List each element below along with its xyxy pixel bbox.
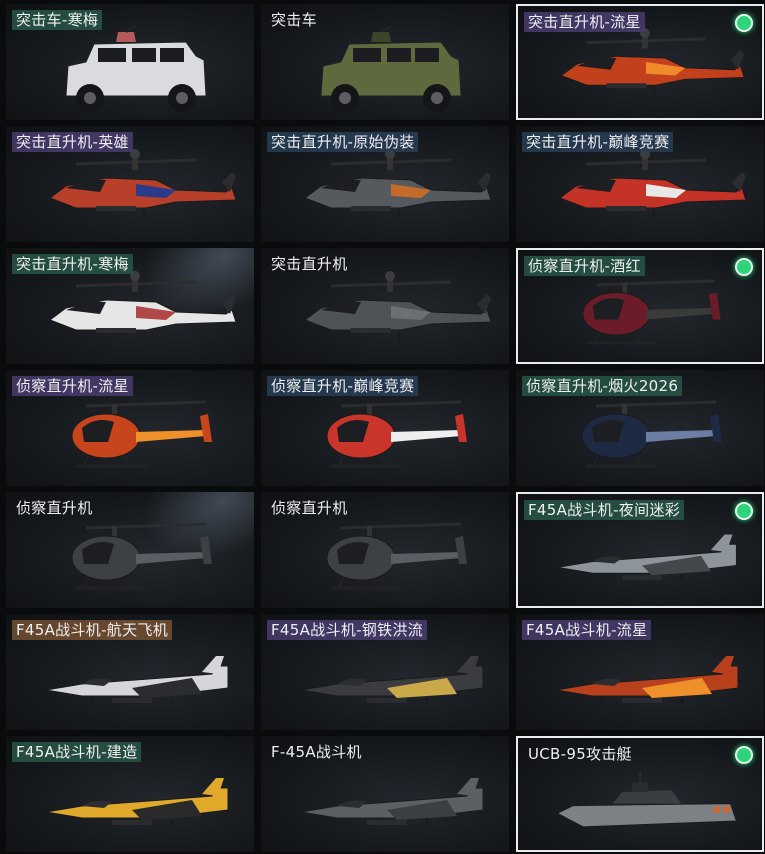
- skin-name-label: 侦察直升机-酒红: [524, 256, 645, 276]
- skin-card[interactable]: 侦察直升机-流星: [6, 370, 254, 486]
- skin-name-label: F45A战斗机-钢铁洪流: [267, 620, 427, 640]
- skin-card[interactable]: 侦察直升机-巅峰竞赛: [261, 370, 509, 486]
- selected-indicator-icon: [735, 14, 753, 32]
- selected-indicator-icon: [735, 258, 753, 276]
- skin-card[interactable]: F-45A战斗机: [261, 736, 509, 852]
- skin-card[interactable]: 突击车-寒梅: [6, 4, 254, 120]
- skin-name-label: 突击车: [271, 11, 317, 29]
- skin-name-label: F45A战斗机-流星: [522, 620, 652, 640]
- skin-name-label: 侦察直升机-流星: [12, 376, 133, 396]
- skin-name-label: 突击车-寒梅: [12, 10, 103, 30]
- skin-name-label: 突击直升机-英雄: [12, 132, 133, 152]
- skin-card[interactable]: 侦察直升机-酒红: [516, 248, 764, 364]
- skin-name-label: 突击直升机: [271, 255, 348, 273]
- skin-name-label: 突击直升机-寒梅: [12, 254, 133, 274]
- skin-card[interactable]: 侦察直升机-烟火2026: [516, 370, 764, 486]
- skin-card[interactable]: 突击车: [261, 4, 509, 120]
- skin-card[interactable]: F45A战斗机-航天飞机: [6, 614, 254, 730]
- skin-card[interactable]: F45A战斗机-钢铁洪流: [261, 614, 509, 730]
- skin-name-label: F-45A战斗机: [271, 743, 362, 761]
- skin-card[interactable]: F45A战斗机-流星: [516, 614, 764, 730]
- skin-card[interactable]: F45A战斗机-建造: [6, 736, 254, 852]
- skin-name-label: 突击直升机-巅峰竞赛: [522, 132, 674, 152]
- skin-name-label: 侦察直升机-巅峰竞赛: [267, 376, 419, 396]
- selected-indicator-icon: [735, 746, 753, 764]
- skin-card[interactable]: 突击直升机: [261, 248, 509, 364]
- skin-card[interactable]: 侦察直升机: [6, 492, 254, 608]
- skin-name-label: 突击直升机-流星: [524, 12, 645, 32]
- skin-name-label: F45A战斗机-夜间迷彩: [524, 500, 684, 520]
- skin-card[interactable]: F45A战斗机-夜间迷彩: [516, 492, 764, 608]
- skin-card[interactable]: 突击直升机-英雄: [6, 126, 254, 242]
- skin-card[interactable]: 突击直升机-巅峰竞赛: [516, 126, 764, 242]
- selected-indicator-icon: [735, 502, 753, 520]
- skin-name-label: F45A战斗机-航天飞机: [12, 620, 172, 640]
- skin-card[interactable]: 突击直升机-原始伪装: [261, 126, 509, 242]
- skin-card[interactable]: 突击直升机-寒梅: [6, 248, 254, 364]
- skin-name-label: UCB-95攻击艇: [528, 745, 632, 763]
- skin-grid: 突击车-寒梅 突击车 突击直升机-流星 突击直升机-英雄 突击直升机-原始伪装 突击直升机…: [0, 0, 765, 854]
- skin-name-label: 侦察直升机-烟火2026: [522, 376, 683, 396]
- skin-name-label: 侦察直升机: [16, 499, 93, 517]
- skin-name-label: F45A战斗机-建造: [12, 742, 142, 762]
- skin-card[interactable]: 侦察直升机: [261, 492, 509, 608]
- skin-card[interactable]: UCB-95攻击艇: [516, 736, 764, 852]
- skin-name-label: 侦察直升机: [271, 499, 348, 517]
- skin-name-label: 突击直升机-原始伪装: [267, 132, 419, 152]
- skin-card[interactable]: 突击直升机-流星: [516, 4, 764, 120]
